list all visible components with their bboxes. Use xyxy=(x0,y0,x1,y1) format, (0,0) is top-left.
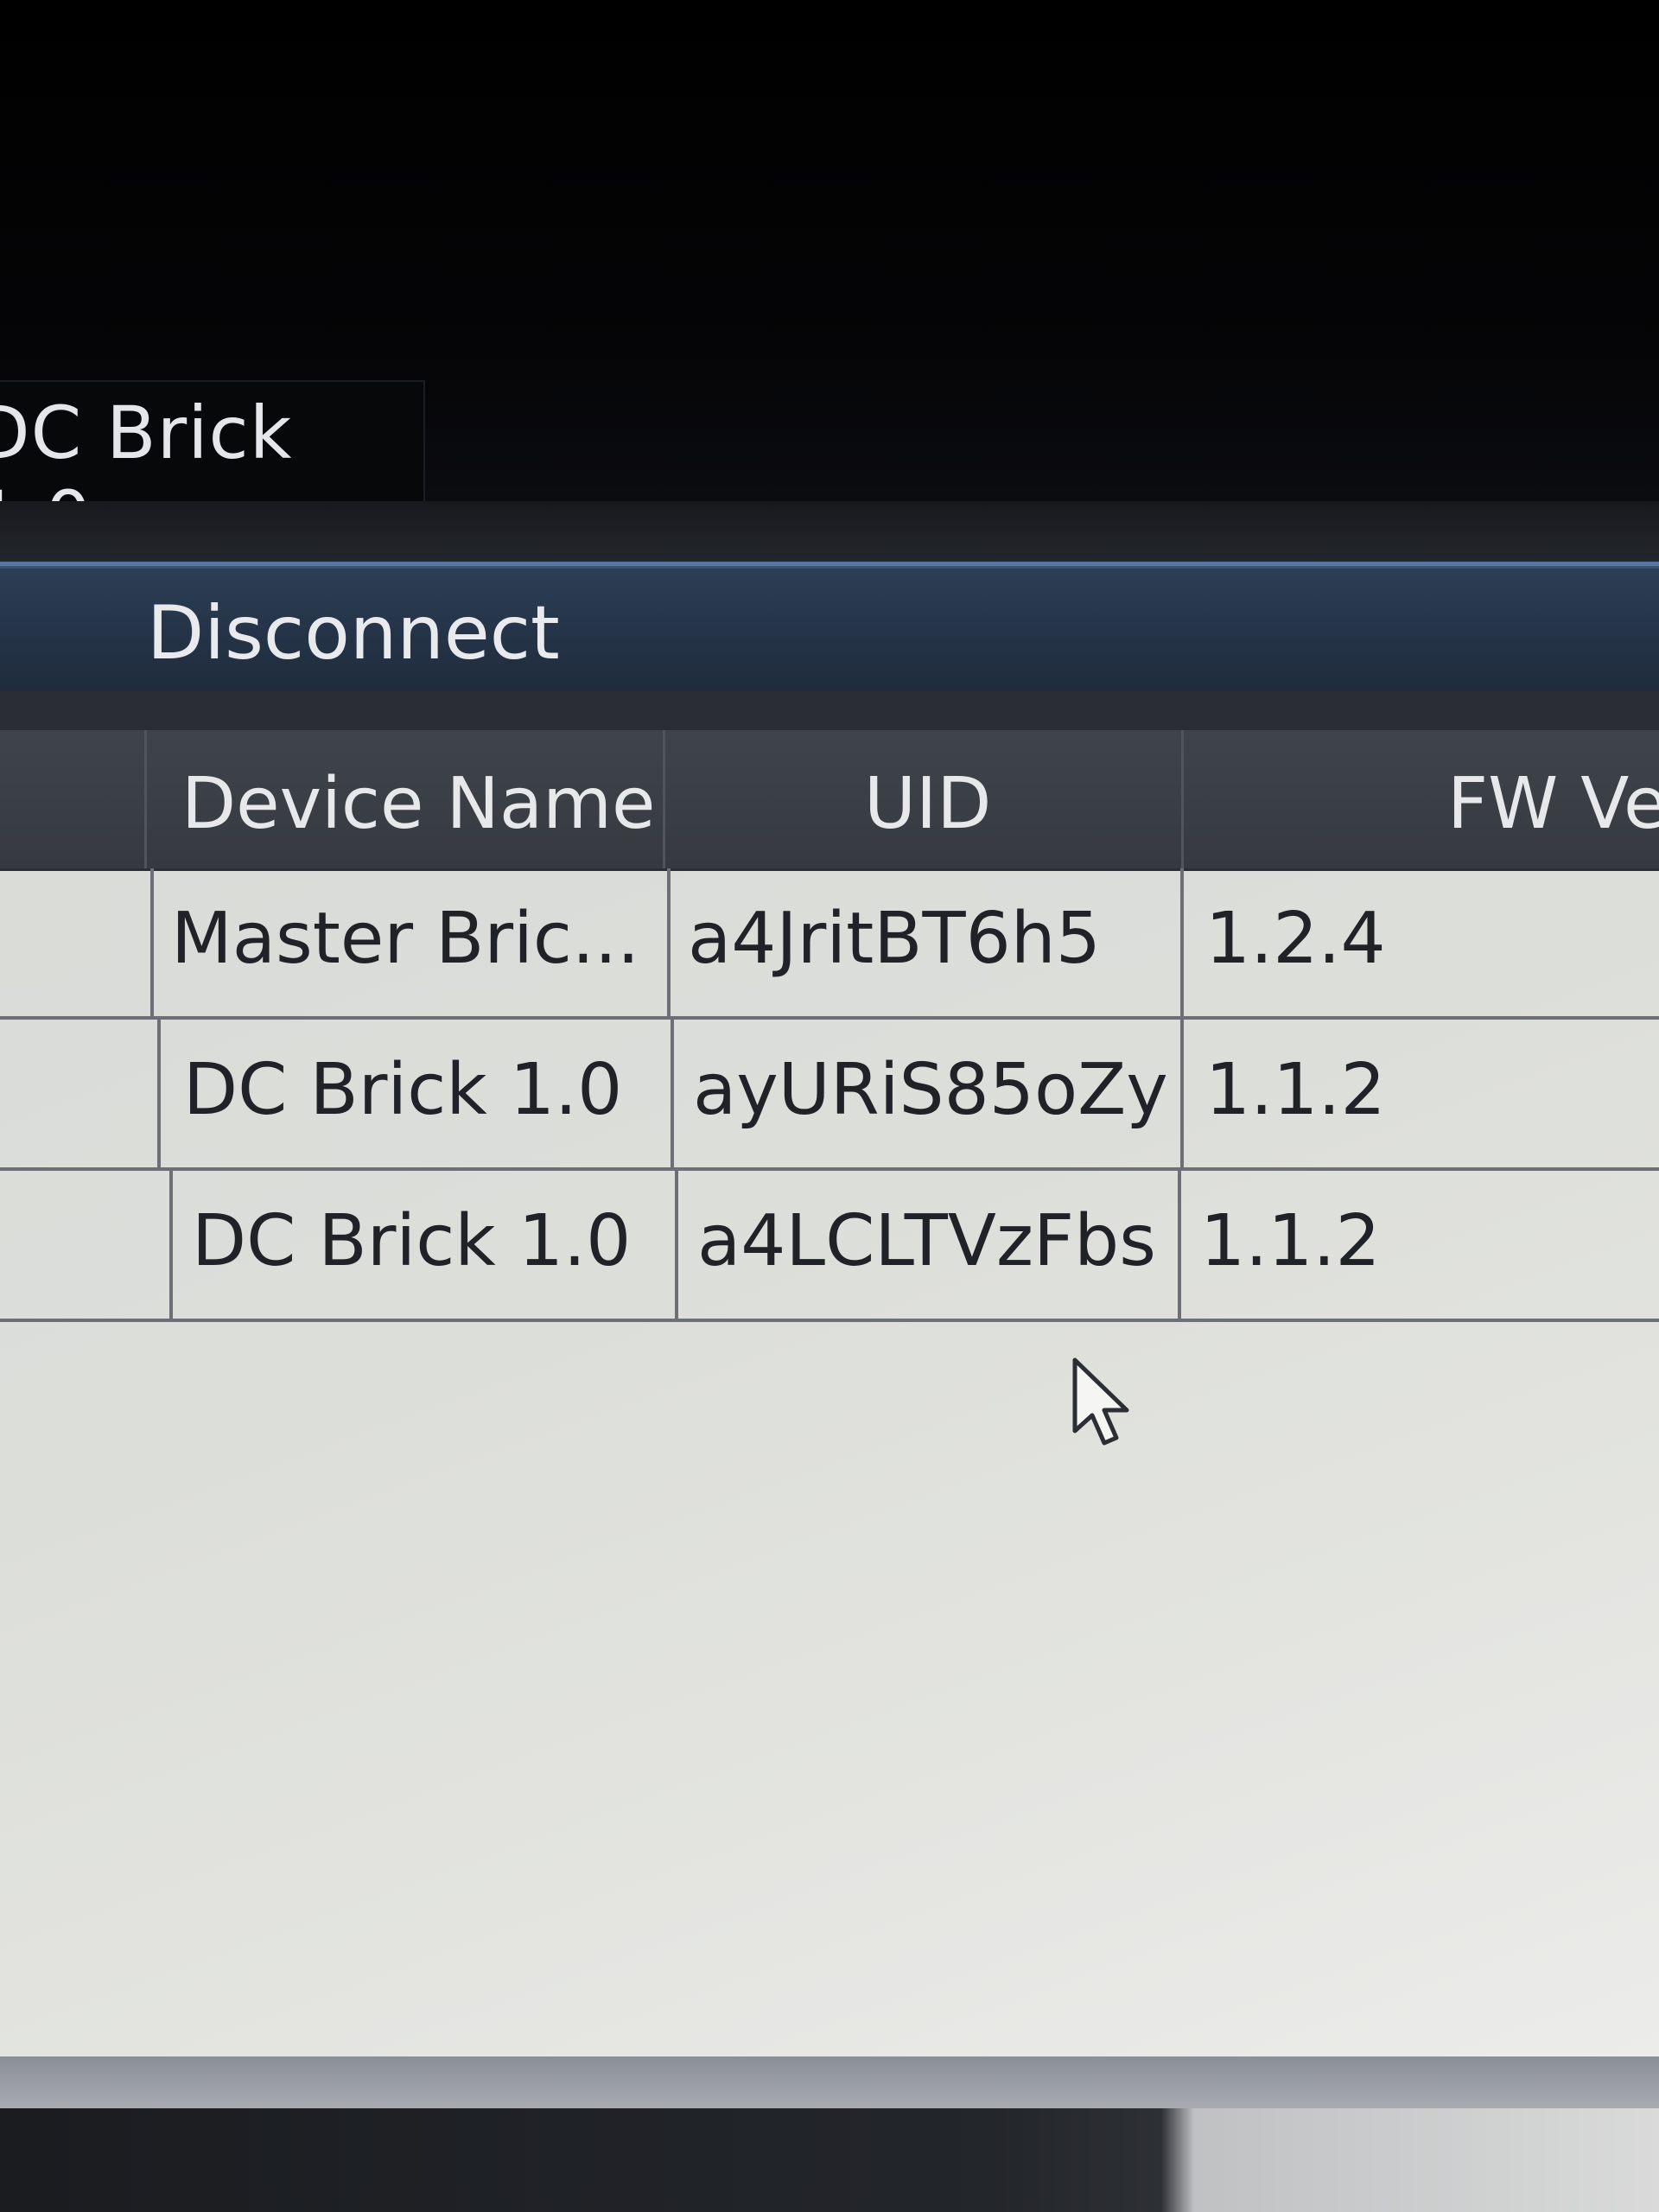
disconnect-button-label: Disconnect xyxy=(147,590,560,677)
column-header-device-name[interactable]: Device Name xyxy=(147,730,665,868)
device-tab[interactable]: DC Brick 1.0 xyxy=(0,380,425,560)
table-row[interactable]: DC Brick 1.0 ayURiS85oZy 1.1.2 xyxy=(0,1020,1659,1171)
cell-fw-version: 1.2.4 xyxy=(1205,898,1386,980)
table-row[interactable]: Master Bric... a4JritBT6h5 1.2.4 xyxy=(0,868,1659,1020)
horizontal-scrollbar[interactable] xyxy=(0,2056,1659,2108)
cell-device-name: DC Brick 1.0 xyxy=(161,1020,674,1167)
row-expander[interactable] xyxy=(0,1020,161,1167)
row-expander[interactable] xyxy=(0,1171,173,1319)
window-bottom-edge xyxy=(0,2108,1659,2212)
column-header-fw-version[interactable]: FW Ve xyxy=(1184,730,1659,868)
cell-uid: ayURiS85oZy xyxy=(674,1020,1184,1167)
device-table: Device Name UID FW Ve Master Bric... a4J… xyxy=(0,730,1659,2074)
table-empty-area[interactable] xyxy=(0,1322,1659,2074)
row-expander[interactable] xyxy=(0,868,154,1016)
cell-fw-version: 1.1.2 xyxy=(1200,1200,1381,1282)
column-header-uid[interactable]: UID xyxy=(665,730,1184,868)
cell-uid: a4LCLTVzFbs xyxy=(678,1171,1181,1319)
disconnect-button[interactable]: Disconnect xyxy=(0,562,1659,700)
screen: DC Brick 1.0 Disconnect Device Name UID … xyxy=(0,0,1659,2212)
table-header: Device Name UID FW Ve xyxy=(0,730,1659,871)
column-header-expand[interactable] xyxy=(0,730,147,868)
mouse-pointer-icon xyxy=(1072,1357,1129,1446)
cell-device-name: Master Bric... xyxy=(154,868,671,1016)
toolbar-strip xyxy=(0,501,1659,562)
cell-device-name: DC Brick 1.0 xyxy=(173,1171,678,1319)
separator xyxy=(0,691,1659,730)
cell-fw-version: 1.1.2 xyxy=(1205,1049,1386,1131)
table-row[interactable]: DC Brick 1.0 a4LCLTVzFbs 1.1.2 xyxy=(0,1171,1659,1322)
cell-uid: a4JritBT6h5 xyxy=(671,868,1184,1016)
